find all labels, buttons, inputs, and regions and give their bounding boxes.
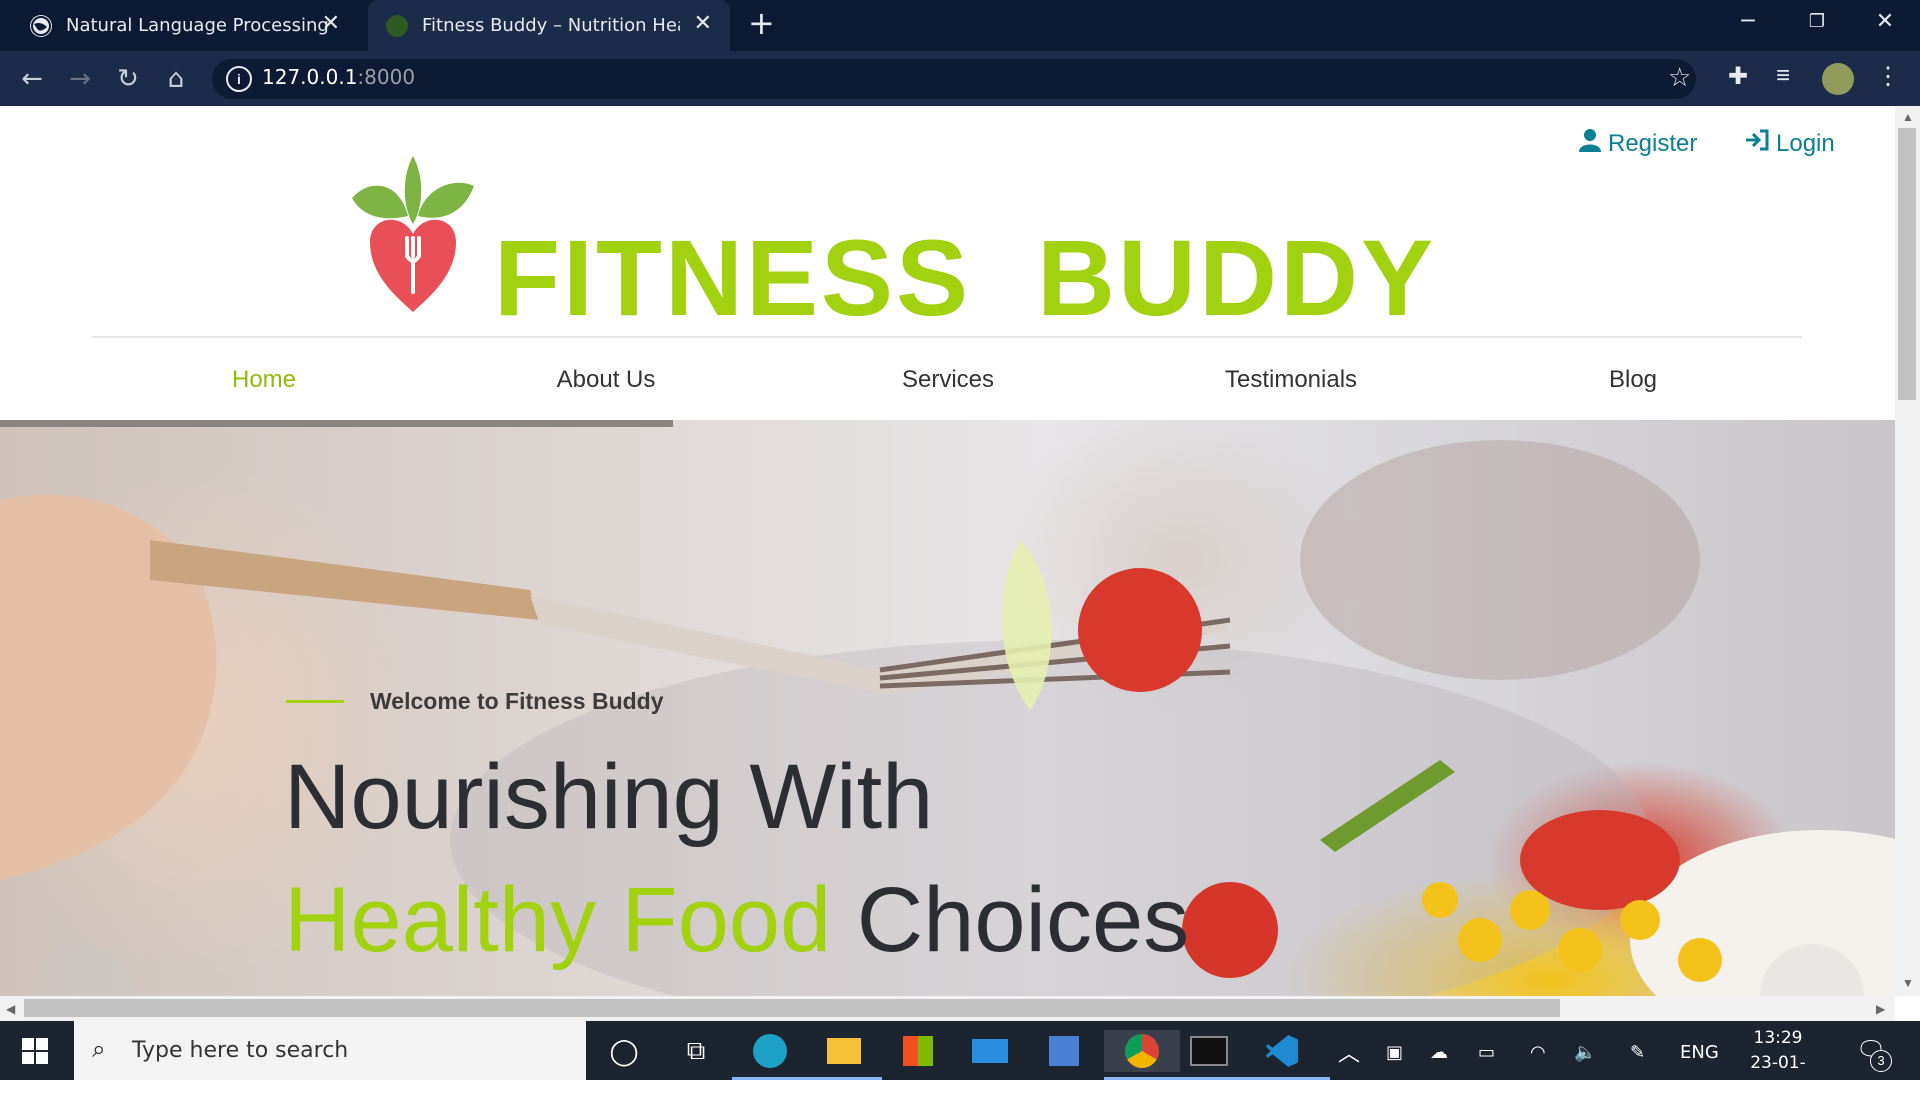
task-view-icon[interactable]: ⧉ (672, 1030, 720, 1072)
reload-icon[interactable]: ↻ (110, 61, 146, 97)
hero-welcome-text: Welcome to Fitness Buddy (370, 688, 664, 714)
hero-headline-line2: Healthy Food Choices (284, 869, 1190, 971)
slider-progress-bar (0, 420, 673, 427)
info-icon[interactable]: i (226, 66, 252, 92)
pen-icon[interactable]: ✎ (1630, 1042, 1645, 1063)
close-icon[interactable]: ✕ (322, 11, 340, 36)
nav-testimonials[interactable]: Testimonials (1225, 366, 1357, 394)
cortana-icon[interactable]: ◯ (600, 1030, 648, 1072)
header-divider (92, 336, 1802, 338)
scroll-up-icon[interactable]: ▲ (1902, 110, 1914, 124)
globe-icon (30, 14, 52, 37)
accent-line (286, 700, 344, 703)
language-indicator[interactable]: ENG (1680, 1042, 1719, 1063)
register-link[interactable]: Register (1578, 128, 1697, 159)
meet-now-icon[interactable]: ▣ (1386, 1042, 1403, 1063)
volume-icon[interactable]: 🔈 (1574, 1042, 1596, 1063)
windows-start-icon[interactable] (22, 1038, 48, 1069)
hero-headline-line1: Nourishing With (284, 746, 934, 848)
tab-strip: Natural Language Processing ✕ Fitness Bu… (0, 0, 1920, 51)
system-clock[interactable]: 13:29 23-01-2021 (1734, 1026, 1822, 1101)
url-text[interactable]: 127.0.0.1:8000 (262, 65, 415, 89)
nav-blog[interactable]: Blog (1609, 366, 1657, 394)
search-icon: ⌕ (92, 1036, 106, 1063)
network-app-icon[interactable] (1040, 1030, 1088, 1072)
user-icon (1578, 128, 1602, 159)
web-page: FITNESS BUDDY Register Login Home About … (0, 106, 1895, 996)
horizontal-scroll-thumb[interactable] (24, 999, 1560, 1017)
home-icon[interactable]: ⌂ (158, 61, 194, 97)
brand-title[interactable]: FITNESS BUDDY (494, 215, 1436, 340)
minimize-icon[interactable]: ─ (1728, 6, 1768, 38)
vertical-scroll-thumb[interactable] (1898, 128, 1916, 400)
mail-icon[interactable] (966, 1030, 1014, 1072)
restore-icon[interactable]: ❐ (1797, 6, 1837, 38)
hero-slider: Welcome to Fitness Buddy Nourishing With… (0, 420, 1895, 996)
tab-title: Fitness Buddy – Nutrition Health (422, 15, 680, 36)
nav-services[interactable]: Services (902, 366, 994, 394)
profile-avatar[interactable] (1822, 63, 1854, 95)
nav-about-us[interactable]: About Us (557, 366, 656, 394)
vscode-icon[interactable] (1258, 1030, 1306, 1072)
scroll-down-icon[interactable]: ▼ (1902, 976, 1914, 990)
media-control-icon[interactable]: ≡ (1776, 62, 1790, 90)
battery-icon[interactable]: ▭ (1478, 1042, 1495, 1063)
tab-fitness-buddy[interactable]: Fitness Buddy – Nutrition Health ✕ (368, 0, 730, 51)
onedrive-icon[interactable]: ☁ (1430, 1042, 1448, 1063)
terminal-icon[interactable] (1184, 1030, 1234, 1072)
radish-logo-icon (352, 156, 474, 312)
bookmark-star-icon[interactable]: ☆ (1668, 62, 1691, 93)
clock-time: 13:29 (1753, 1028, 1803, 1048)
chrome-icon[interactable] (1104, 1030, 1180, 1072)
close-icon[interactable]: ✕ (694, 11, 712, 36)
address-bar[interactable] (212, 59, 1696, 99)
show-hidden-icons-chevron-up-icon[interactable]: ︿ (1338, 1036, 1360, 1068)
edge-icon[interactable] (746, 1030, 794, 1072)
leaf-icon (386, 14, 408, 37)
scroll-left-icon[interactable]: ◀ (6, 1002, 15, 1016)
scroll-right-icon[interactable]: ▶ (1876, 1002, 1885, 1016)
extensions-icon[interactable]: ✚ (1728, 62, 1748, 91)
notification-count-badge: 3 (1870, 1050, 1892, 1072)
file-explorer-icon[interactable] (820, 1030, 868, 1072)
back-icon[interactable]: ← (14, 61, 50, 97)
tab-nlp[interactable]: Natural Language Processing ✕ (0, 0, 358, 51)
forward-icon[interactable]: → (62, 61, 98, 97)
login-link[interactable]: Login (1744, 128, 1835, 159)
clock-date: 23-01-2021 (1750, 1053, 1806, 1098)
close-window-icon[interactable]: ✕ (1865, 6, 1905, 38)
nav-home[interactable]: Home (232, 366, 296, 394)
wifi-icon[interactable]: ◠ (1530, 1042, 1546, 1063)
store-icon[interactable] (894, 1030, 942, 1072)
taskbar-search-placeholder: Type here to search (132, 1038, 349, 1063)
tab-title: Natural Language Processing (66, 15, 328, 36)
menu-icon[interactable]: ⋮ (1876, 62, 1900, 91)
new-tab-button[interactable]: + (748, 4, 775, 42)
sign-in-icon (1744, 128, 1770, 159)
